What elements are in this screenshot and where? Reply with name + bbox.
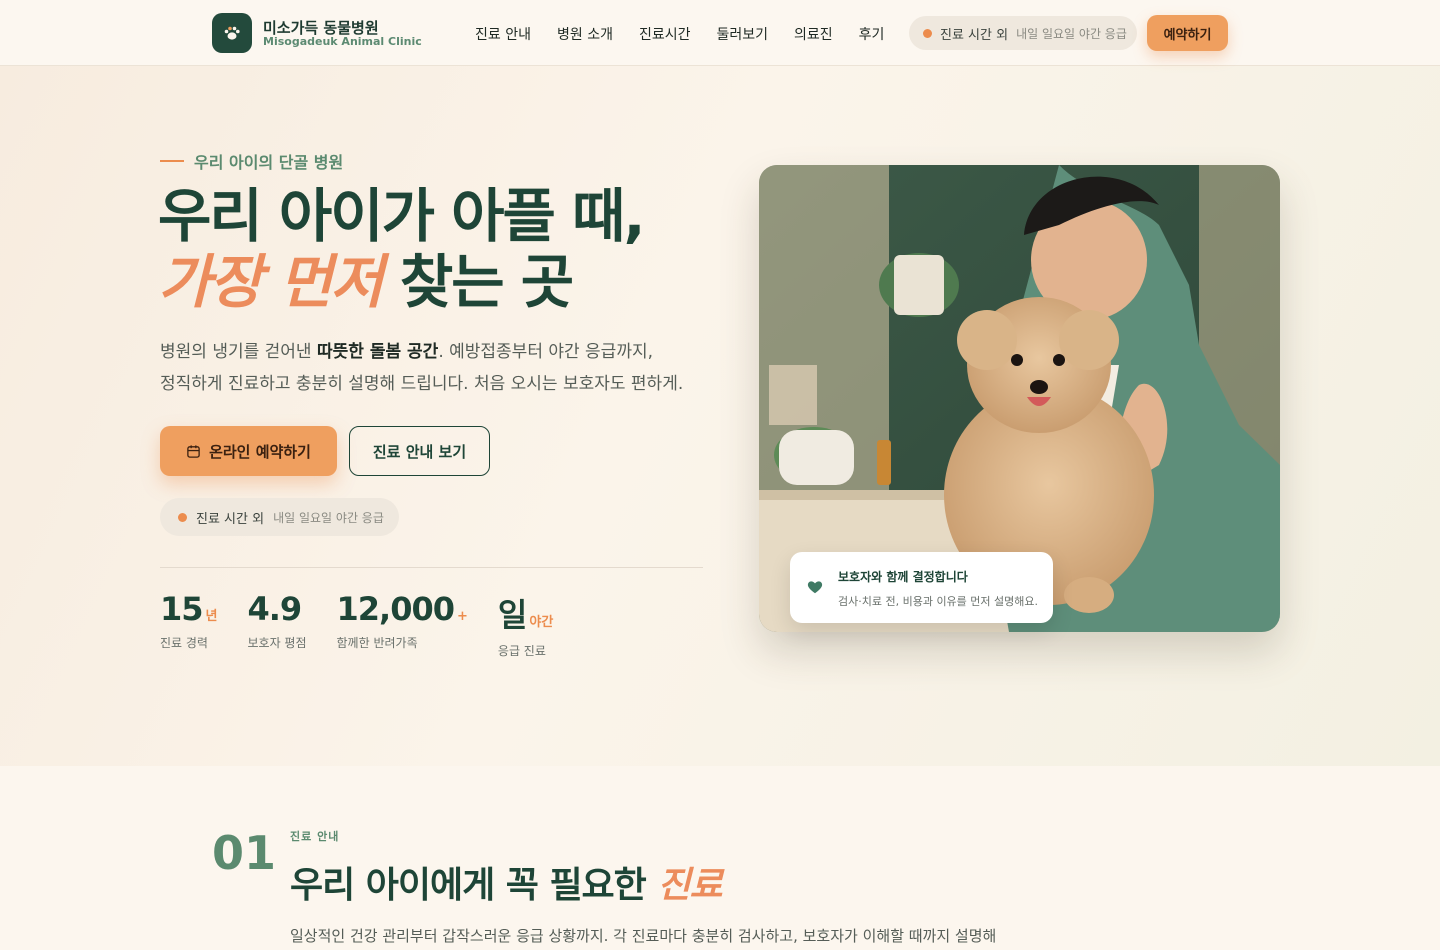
lead-line2: 정직하게 진료하고 충분히 설명해 드립니다. 처음 오시는 보호자도 편하게.	[160, 374, 684, 394]
section-number: 01	[212, 826, 277, 880]
nav-item-about[interactable]: 병원 소개	[557, 24, 613, 44]
hero-stats: 15 년 진료 경력 4.9 보호자 평점 12,000 + 함께한 반려가족 일야…	[160, 590, 553, 659]
stat-num: 4.9	[247, 590, 303, 628]
stat-rating: 4.9 보호자 평점	[248, 590, 307, 659]
logo-badge[interactable]	[212, 13, 252, 53]
caption-title: 보호자와 함께 결정합니다	[838, 570, 968, 584]
eyebrow-line	[160, 160, 184, 162]
hero-title-rest: 찾는 곳	[381, 248, 574, 316]
paw-icon	[224, 26, 240, 40]
hero-hours-label: 진료 시간 외	[196, 511, 265, 527]
hours-status-label: 진료 시간 외	[940, 27, 1009, 43]
stat-label: 진료 경력	[160, 636, 208, 650]
online-booking-button[interactable]: 온라인 예약하기	[160, 426, 337, 476]
hero-title-line1: 우리 아이가 아플 때,	[158, 182, 645, 250]
hours-status-pill: 진료 시간 외 내일 일요일 야간 응급	[909, 16, 1137, 50]
stat-unit: 야간	[529, 615, 554, 630]
site-header: 미소가득 동물병원 Misogadeuk Animal Clinic 진료 안내…	[0, 0, 1440, 66]
nav-item-hours[interactable]: 진료시간	[639, 24, 691, 44]
stat-label: 보호자 평점	[247, 636, 307, 650]
hero-lead: 병원의 냉기를 걷어낸 따뜻한 돌봄 공간. 예방접종부터 야간 응급까지, 정…	[160, 336, 720, 400]
online-booking-label: 온라인 예약하기	[209, 442, 311, 461]
stat-num: 일	[497, 596, 527, 634]
hero-title-accent: 가장 먼저	[158, 248, 384, 316]
hours-status-detail: 내일 일요일 야간 응급	[1016, 26, 1127, 41]
nav-item-services[interactable]: 진료 안내	[475, 24, 531, 44]
hero-hours-detail: 내일 일요일 야간 응급	[273, 510, 384, 525]
nav-item-reviews[interactable]: 후기	[859, 24, 885, 44]
section-description: 일상적인 건강 관리부터 갑작스러운 응급 상황까지. 각 진료마다 충분히 검…	[290, 927, 997, 945]
lead-bold: 따뜻한 돌봄 공간	[316, 342, 439, 362]
stat-experience: 15 년 진료 경력	[160, 590, 218, 659]
section-title-accent: 진료	[657, 865, 722, 906]
section-title-pre: 우리 아이에게 꼭 필요한	[290, 865, 658, 906]
stat-label: 함께한 반려가족	[336, 636, 418, 650]
status-dot	[178, 512, 187, 522]
stat-label: 응급 진료	[497, 644, 546, 658]
nav-item-tour[interactable]: 둘러보기	[717, 24, 769, 44]
caption-subtitle: 검사·치료 전, 비용과 이유를 먼저 설명해요.	[838, 595, 1039, 608]
section-title: 우리 아이에게 꼭 필요한 진료	[290, 856, 723, 908]
hero-eyebrow: 우리 아이의 단골 병원	[160, 149, 343, 173]
main-nav: 진료 안내 병원 소개 진료시간 둘러보기 의료진 후기	[475, 24, 884, 44]
hero-divider	[160, 567, 703, 568]
calendar-icon	[187, 444, 200, 458]
stat-families: 12,000 + 함께한 반려가족	[337, 590, 468, 659]
caption-card: 보호자와 함께 결정합니다 검사·치료 전, 비용과 이유를 먼저 설명해요.	[790, 552, 1053, 623]
stat-emergency: 일 야간 응급 진료	[498, 590, 553, 659]
heart-icon	[807, 581, 823, 594]
lead-pre: 병원의 냉기를 걷어낸	[160, 342, 317, 362]
stat-num: 12,000	[336, 590, 455, 628]
services-guide-button[interactable]: 진료 안내 보기	[349, 426, 490, 476]
stat-unit: +	[457, 609, 468, 624]
hero-eyebrow-text: 우리 아이의 단골 병원	[194, 153, 344, 172]
hero-hours-pill: 진료 시간 외 내일 일요일 야간 응급	[160, 498, 399, 536]
logo-subtitle: Misogadeuk Animal Clinic	[263, 35, 422, 48]
stat-unit: 년	[205, 609, 218, 624]
header-book-button[interactable]: 예약하기	[1147, 15, 1228, 51]
lead-post: . 예방접종부터 야간 응급까지,	[438, 342, 654, 362]
section-eyebrow: 진료 안내	[290, 830, 340, 843]
hero-title: 우리 아이가 아플 때, 가장 먼저 찾는 곳	[158, 182, 645, 316]
nav-item-doctors[interactable]: 의료진	[794, 24, 833, 44]
status-dot	[923, 28, 932, 38]
stat-num: 15	[160, 590, 204, 628]
